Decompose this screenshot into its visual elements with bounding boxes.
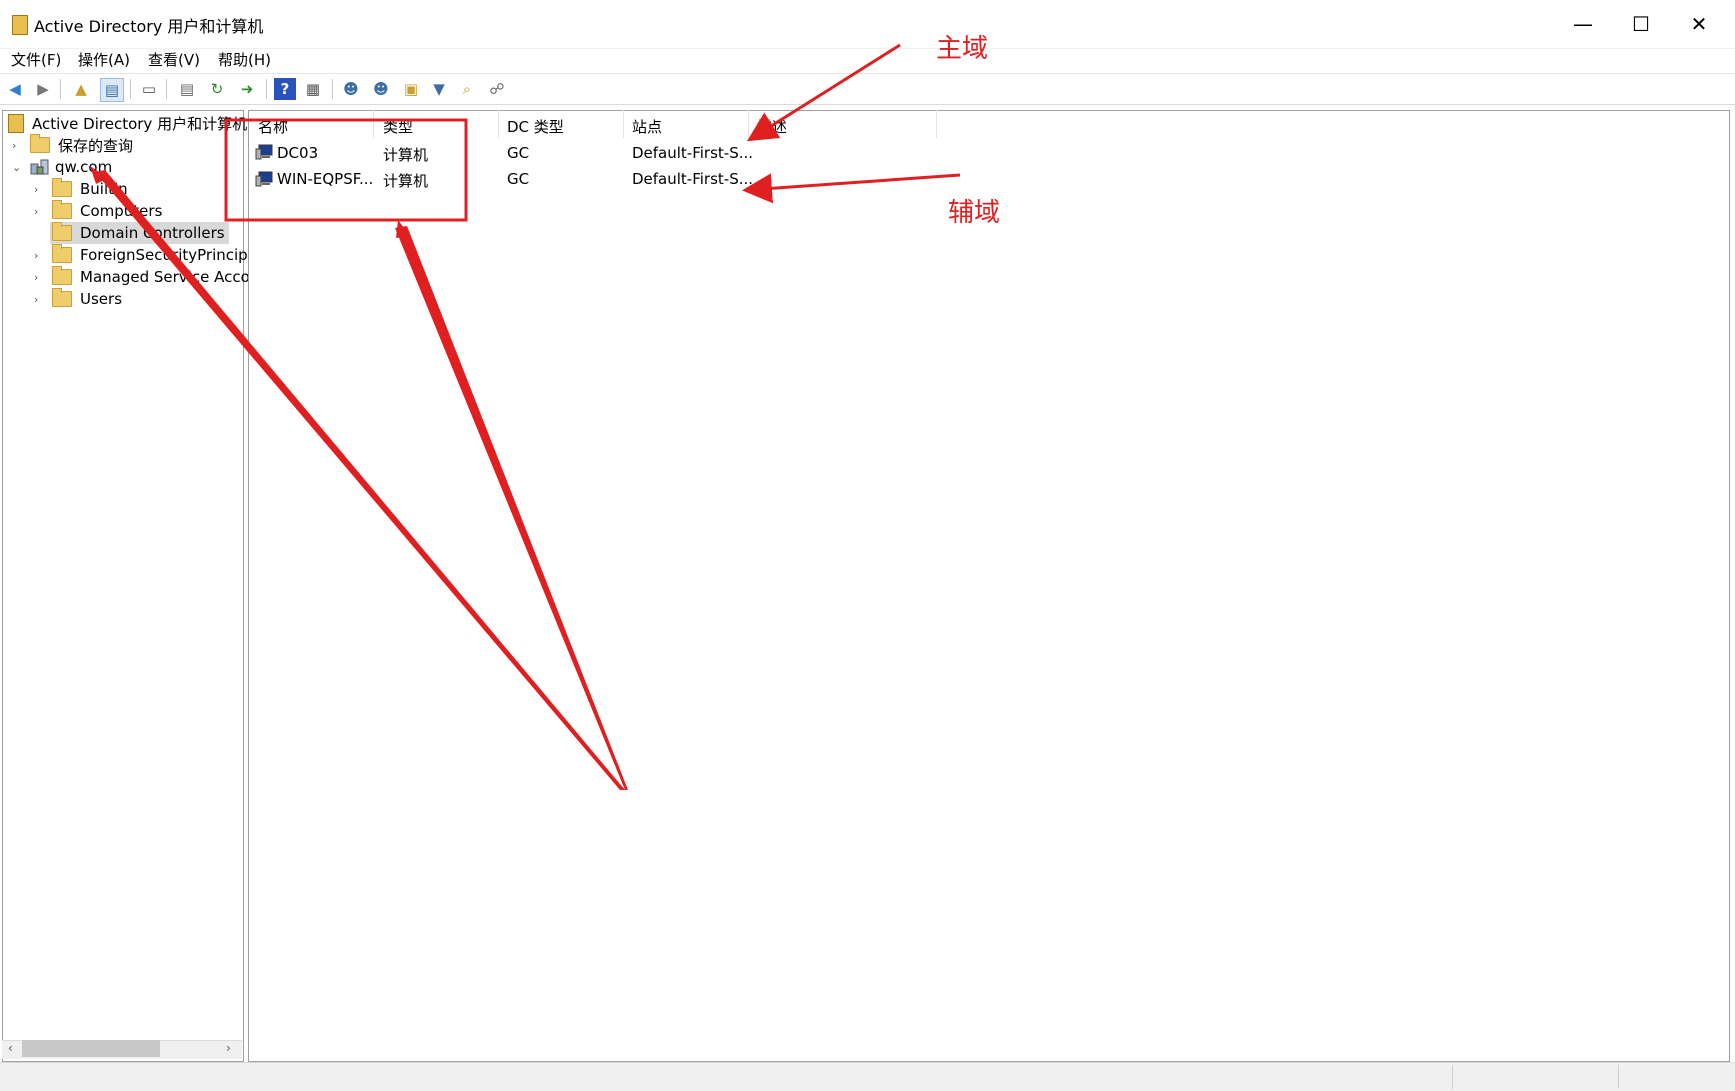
column-header-dc-type[interactable]: DC 类型: [507, 116, 564, 137]
expand-icon[interactable]: ›: [34, 183, 44, 196]
tree-item-foreign-security-principals[interactable]: › ForeignSecurityPrincipal: [34, 244, 261, 266]
cell-dc-type: GC: [507, 144, 530, 162]
tree-root[interactable]: Active Directory 用户和计算机 [: [8, 112, 258, 134]
cell-name: WIN-EQPSF...: [277, 170, 374, 188]
tree-item-saved-queries[interactable]: › 保存的查询: [12, 134, 133, 156]
action-pane-icon[interactable]: ▦: [302, 78, 324, 100]
folder-icon: [52, 178, 72, 197]
folder-icon: [30, 134, 50, 153]
app-window: Active Directory 用户和计算机 — ☐ ✕ 文件(F) 操作(A…: [0, 0, 1735, 1091]
tree-item-label: ForeignSecurityPrincipal: [80, 246, 262, 264]
tree-item-managed-service-accounts[interactable]: › Managed Service Accou: [34, 266, 259, 288]
refresh-icon[interactable]: ↻: [206, 78, 228, 100]
cell-type: 计算机: [383, 172, 429, 190]
tree-item-computers[interactable]: › Computers: [34, 200, 162, 222]
add-to-group-icon[interactable]: ☍: [486, 78, 508, 100]
tree-item-label: qw.com: [55, 158, 113, 176]
cell-site: Default-First-S...: [632, 170, 754, 188]
column-header-description[interactable]: 描述: [757, 116, 787, 137]
tree-item-domain[interactable]: ⌄ qw.com: [12, 156, 112, 178]
tree-item-label: Managed Service Accou: [80, 268, 260, 286]
new-user-icon[interactable]: ☻: [340, 78, 362, 100]
tree-item-label: Builtin: [80, 180, 128, 198]
cell-site: Default-First-S...: [632, 144, 754, 162]
up-folder-icon[interactable]: ▲: [70, 78, 92, 100]
annotation-primary-domain: 主域: [936, 34, 989, 64]
cell-type: 计算机: [383, 146, 429, 164]
new-ou-icon[interactable]: ▣: [400, 78, 422, 100]
scroll-left-icon[interactable]: ‹: [8, 1041, 13, 1055]
clipboard-icon[interactable]: ▭: [138, 78, 160, 100]
toolbar: ◀ ▶ ▲ ▤ ▭ ▤ ↻ ➜ ? ▦ ☻ ☻ ▣ ▼ ⌕ ☍: [0, 73, 1735, 105]
column-header-name[interactable]: 名称: [258, 116, 288, 137]
tree-item-label: 保存的查询: [58, 136, 134, 155]
new-group-icon[interactable]: ☻: [370, 78, 392, 100]
expand-icon[interactable]: ›: [34, 205, 44, 218]
domain-icon: [30, 158, 50, 176]
cell-name: DC03: [277, 144, 319, 162]
folder-icon: [52, 200, 72, 219]
tree-item-domain-controllers[interactable]: Domain Controllers: [50, 222, 229, 244]
menu-action[interactable]: 操作(A): [78, 49, 130, 70]
folder-icon: [52, 266, 72, 285]
cell-dc-type: GC: [507, 170, 530, 188]
menu-file[interactable]: 文件(F): [11, 49, 61, 70]
ad-app-icon: [12, 15, 28, 35]
folder-icon: [52, 244, 72, 263]
scrollbar-thumb[interactable]: [22, 1040, 160, 1057]
tree-item-label: Computers: [80, 202, 163, 220]
annotation-secondary-domain: 辅域: [948, 198, 1001, 228]
expand-icon[interactable]: ›: [34, 293, 44, 306]
expand-icon[interactable]: ›: [34, 249, 44, 262]
back-arrow-icon[interactable]: ◀: [4, 78, 26, 100]
column-header-site[interactable]: 站点: [632, 116, 662, 137]
tree-item-builtin[interactable]: › Builtin: [34, 178, 128, 200]
show-console-tree-icon[interactable]: ▤: [100, 78, 124, 102]
computer-icon: [255, 171, 273, 187]
tree-item-label: Domain Controllers: [80, 224, 225, 242]
expand-icon[interactable]: ›: [12, 139, 22, 152]
details-list: [248, 110, 1730, 1062]
find-icon[interactable]: ⌕: [456, 78, 478, 100]
tree-item-users[interactable]: › Users: [34, 288, 122, 310]
scroll-right-icon[interactable]: ›: [226, 1041, 231, 1055]
tree-root-label: Active Directory 用户和计算机 [: [32, 114, 258, 133]
menu-bar: 文件(F) 操作(A) 查看(V) 帮助(H): [0, 46, 1735, 72]
ad-snapin-icon: [8, 113, 24, 133]
tree-item-label: Users: [80, 290, 123, 308]
close-button[interactable]: ✕: [1676, 10, 1722, 38]
menu-view[interactable]: 查看(V): [148, 49, 200, 70]
status-bar: [0, 1062, 1735, 1091]
title-bar: Active Directory 用户和计算机 — ☐ ✕: [0, 0, 1735, 49]
expand-icon[interactable]: ›: [34, 271, 44, 284]
maximize-button[interactable]: ☐: [1618, 10, 1664, 38]
computer-icon: [255, 144, 273, 160]
help-icon[interactable]: ?: [274, 78, 296, 100]
window-title: Active Directory 用户和计算机: [34, 17, 264, 36]
minimize-button[interactable]: —: [1560, 10, 1606, 38]
column-header-type[interactable]: 类型: [383, 116, 413, 137]
forward-arrow-icon[interactable]: ▶: [32, 78, 54, 100]
export-list-icon[interactable]: ➜: [236, 78, 258, 100]
folder-icon: [52, 288, 72, 307]
menu-help[interactable]: 帮助(H): [218, 49, 271, 70]
ou-folder-icon: [52, 222, 72, 241]
filter-icon[interactable]: ▼: [428, 78, 450, 100]
collapse-icon[interactable]: ⌄: [12, 161, 22, 174]
properties-icon[interactable]: ▤: [176, 78, 198, 100]
